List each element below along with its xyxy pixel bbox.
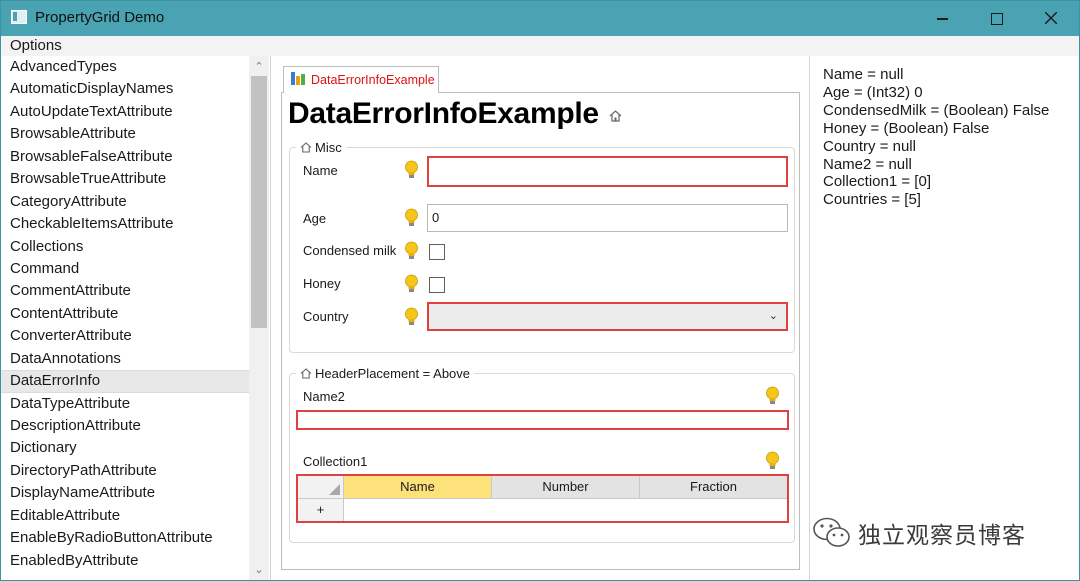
lightbulb-icon[interactable]	[765, 451, 780, 471]
home-icon[interactable]	[609, 110, 622, 122]
menu-bar: Options	[1, 36, 1079, 56]
list-item[interactable]: Dictionary	[1, 437, 249, 459]
app-icon	[11, 10, 27, 24]
collection1-label: Collection1	[303, 454, 368, 469]
tab-label: DataErrorInfoExample	[311, 73, 435, 87]
add-row-button[interactable]: +	[298, 499, 344, 521]
output-line: Collection1 = [0]	[823, 173, 931, 191]
misc-group-title: Misc	[315, 140, 342, 155]
name2-label: Name2	[303, 389, 345, 404]
output-line: Name2 = null	[823, 155, 912, 173]
list-item[interactable]: AdvancedTypes	[1, 56, 249, 78]
name2-field[interactable]	[296, 410, 789, 430]
lightbulb-icon[interactable]	[404, 160, 419, 180]
example-list-panel: AdvancedTypes AutomaticDisplayNames AutoUp…	[1, 56, 271, 580]
output-line: CondensedMilk = (Boolean) False	[823, 101, 1050, 119]
header-placement-group: HeaderPlacement = Above Name2 Collection…	[289, 366, 795, 543]
lightbulb-icon[interactable]	[765, 386, 780, 406]
list-item[interactable]: CheckableItemsAttribute	[1, 213, 249, 235]
list-item[interactable]: BrowsableFalseAttribute	[1, 146, 249, 168]
list-item[interactable]: ConverterAttribute	[1, 325, 249, 347]
header-placement-group-title: HeaderPlacement = Above	[315, 366, 471, 381]
tab-content: DataErrorInfoExample Misc Name Age 0 Con…	[281, 92, 800, 570]
app-window: PropertyGrid Demo Options AdvancedTypes A…	[0, 0, 1080, 581]
honey-label: Honey	[303, 276, 341, 291]
list-item[interactable]: CommentAttribute	[1, 280, 249, 302]
scroll-thumb[interactable]	[251, 76, 267, 328]
collection1-grid[interactable]: Name Number Fraction +	[296, 474, 789, 523]
list-item[interactable]: Command	[1, 258, 249, 280]
list-item[interactable]: DirectoryPathAttribute	[1, 460, 249, 482]
output-line: Countries = [5]	[823, 191, 921, 209]
tab-dataerrorinfoexample[interactable]: DataErrorInfoExample	[283, 66, 439, 93]
title-bar[interactable]: PropertyGrid Demo	[1, 1, 1079, 36]
list-item[interactable]: AutoUpdateTextAttribute	[1, 101, 249, 123]
misc-group-header[interactable]: Misc	[296, 140, 346, 155]
close-icon	[1045, 12, 1057, 24]
property-grid-panel: DataErrorInfoExample DataErrorInfoExampl…	[272, 56, 810, 580]
list-item[interactable]: DisplayNameAttribute	[1, 482, 249, 504]
home-icon	[300, 142, 312, 153]
list-item[interactable]: CategoryAttribute	[1, 191, 249, 213]
honey-checkbox[interactable]	[429, 277, 445, 293]
window-title: PropertyGrid Demo	[35, 9, 165, 26]
header-placement-group-header[interactable]: HeaderPlacement = Above	[296, 366, 475, 381]
chevron-down-icon: ⌄	[768, 310, 778, 322]
maximize-button[interactable]	[971, 1, 1023, 36]
output-line: Country = null	[823, 137, 916, 155]
country-select[interactable]: ⌄	[427, 302, 788, 331]
lightbulb-icon[interactable]	[404, 274, 419, 294]
list-item[interactable]: Collections	[1, 236, 249, 258]
list-item[interactable]: ContentAttribute	[1, 303, 249, 325]
output-line: Honey = (Boolean) False	[823, 119, 990, 137]
list-item[interactable]: BrowsableAttribute	[1, 123, 249, 145]
minimize-button[interactable]	[917, 1, 969, 36]
lightbulb-icon[interactable]	[404, 208, 419, 228]
scroll-down-icon[interactable]: ⌄	[253, 565, 265, 576]
list-scrollbar[interactable]: ⌃ ⌄	[249, 56, 269, 580]
column-header-fraction[interactable]: Fraction	[640, 476, 787, 499]
example-list: AdvancedTypes AutomaticDisplayNames AutoUp…	[1, 56, 249, 572]
list-item[interactable]: AutomaticDisplayNames	[1, 78, 249, 100]
list-item[interactable]: DataErrorInfo	[1, 370, 249, 393]
watermark: 独立观察员博客	[812, 516, 1026, 550]
close-button[interactable]	[1025, 1, 1077, 36]
column-header-name[interactable]: Name	[344, 476, 492, 499]
list-item[interactable]: EnableByRadioButtonAttribute	[1, 527, 249, 549]
output-line: Name = null	[823, 66, 904, 83]
select-all-corner[interactable]	[298, 476, 344, 499]
scroll-up-icon[interactable]: ⌃	[253, 62, 265, 73]
wechat-icon	[813, 517, 850, 547]
properties-icon	[291, 72, 305, 85]
list-item[interactable]: DataTypeAttribute	[1, 393, 249, 415]
list-item[interactable]: DataAnnotations	[1, 348, 249, 370]
output-line: Age = (Int32) 0	[823, 83, 923, 101]
column-header-number[interactable]: Number	[492, 476, 640, 499]
name-field[interactable]	[427, 156, 788, 187]
list-item[interactable]: EditableAttribute	[1, 505, 249, 527]
condensed-milk-checkbox[interactable]	[429, 244, 445, 260]
condensed-milk-label: Condensed milk	[303, 243, 397, 258]
page-title: DataErrorInfoExample	[288, 97, 599, 130]
list-item[interactable]: DescriptionAttribute	[1, 415, 249, 437]
watermark-text: 独立观察员博客	[858, 523, 1026, 549]
age-label: Age	[303, 211, 327, 226]
misc-group: Misc Name Age 0 Condensed milk Honey Cou…	[289, 140, 795, 353]
output-text: Name = null Age = (Int32) 0 CondensedMilk …	[823, 66, 1049, 209]
menu-options[interactable]: Options	[10, 37, 62, 54]
age-field[interactable]: 0	[427, 204, 788, 232]
country-label: Country	[303, 309, 349, 324]
output-panel: Name = null Age = (Int32) 0 CondensedMilk …	[811, 56, 1079, 580]
home-icon	[300, 368, 312, 379]
list-item[interactable]: BrowsableTrueAttribute	[1, 168, 249, 190]
list-item[interactable]: EnabledByAttribute	[1, 550, 249, 572]
name-label: Name	[303, 163, 338, 178]
lightbulb-icon[interactable]	[404, 241, 419, 261]
lightbulb-icon[interactable]	[404, 307, 419, 327]
